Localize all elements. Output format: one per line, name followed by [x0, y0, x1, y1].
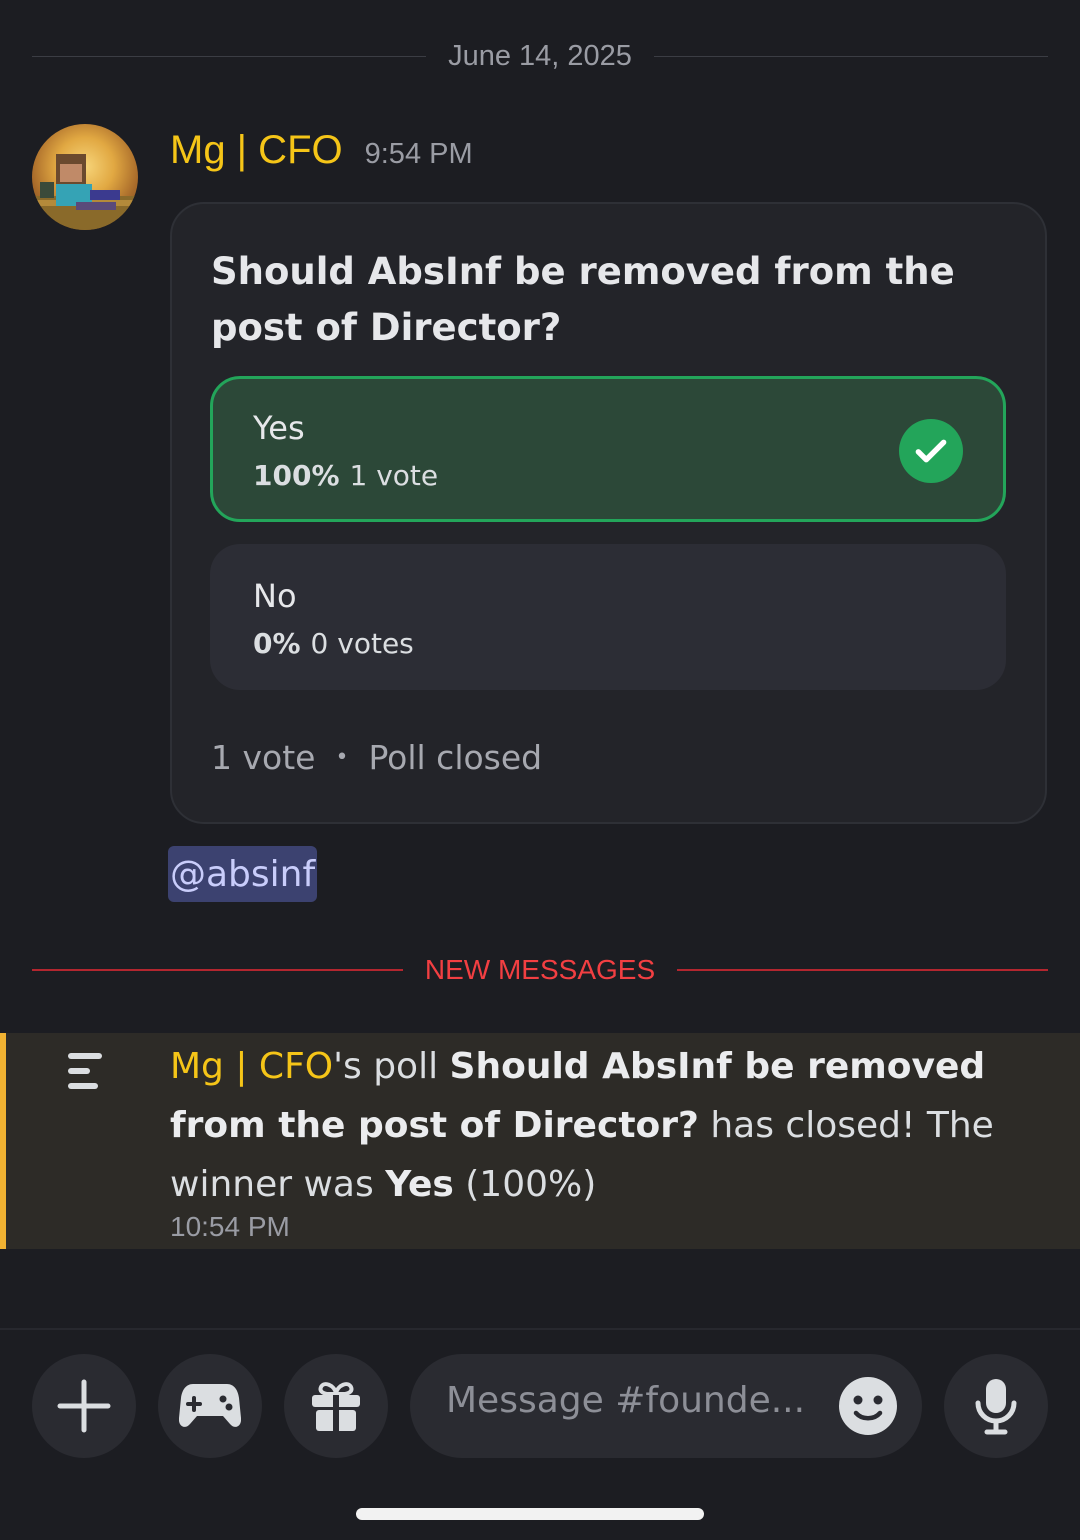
poll-option-votes: 1 vote: [349, 459, 439, 492]
poll-footer: 1 vote • Poll closed: [211, 738, 542, 777]
poll-option-no[interactable]: No 0% 0 votes: [210, 544, 1006, 690]
gamepad-icon: [179, 1384, 241, 1427]
system-message-timestamp: 10:54 PM: [170, 1211, 290, 1242]
system-message-text: Mg | CFO's poll Should AbsInf be removed…: [170, 1037, 1050, 1214]
winner-option: Yes: [385, 1164, 454, 1205]
message-timestamp: 9:54 PM: [364, 138, 473, 170]
checkmark-icon: [899, 419, 963, 483]
user-mention[interactable]: @absinf: [168, 846, 318, 902]
divider-line: [677, 969, 1049, 971]
poll-option-votes: 0 votes: [310, 627, 414, 660]
new-messages-label: NEW MESSAGES: [424, 954, 656, 985]
poll-option-percent: 100%: [253, 459, 340, 492]
gift-button[interactable]: [284, 1354, 388, 1458]
poll-option-percent: 0%: [253, 627, 301, 660]
poll-icon: [68, 1053, 102, 1089]
message-input-placeholder: Message #founde...: [446, 1380, 806, 1421]
poll-option-label: Yes: [253, 409, 305, 447]
new-messages-divider: NEW MESSAGES: [32, 950, 1049, 990]
poll-option-stats: 100% 1 vote: [253, 459, 438, 492]
microphone-icon: [975, 1379, 1017, 1435]
poll-total-votes: 1 vote: [211, 738, 316, 777]
divider-line: [32, 55, 427, 57]
voice-message-button[interactable]: [944, 1354, 1048, 1458]
activities-button[interactable]: [158, 1354, 262, 1458]
divider-line: [653, 55, 1049, 57]
date-divider-text: June 14, 2025: [448, 39, 632, 72]
system-text-part: (100%): [453, 1164, 597, 1205]
poll-option-label: No: [253, 577, 297, 615]
add-attachment-button[interactable]: [32, 1354, 136, 1458]
poll-status: Poll closed: [368, 738, 543, 777]
poll-result-system-message[interactable]: Mg | CFO's poll Should AbsInf be removed…: [0, 1033, 1080, 1249]
separator-dot: •: [335, 745, 349, 770]
message-input[interactable]: Message #founde...: [410, 1354, 922, 1458]
poll-option-stats: 0% 0 votes: [253, 627, 414, 660]
emoji-icon[interactable]: [838, 1376, 898, 1436]
poll-option-yes[interactable]: Yes 100% 1 vote: [210, 376, 1006, 522]
divider-line: [32, 969, 403, 971]
avatar-image: [32, 154, 138, 230]
home-indicator[interactable]: [356, 1508, 704, 1520]
composer-separator: [0, 1328, 1080, 1330]
avatar[interactable]: [32, 124, 138, 230]
date-divider: June 14, 2025: [32, 34, 1049, 78]
plus-icon: [57, 1379, 111, 1433]
username[interactable]: Mg | CFO: [170, 128, 343, 173]
system-text-part: 's poll: [333, 1046, 450, 1087]
poll-question: Should AbsInf be removed from the post o…: [211, 250, 955, 349]
username[interactable]: Mg | CFO: [170, 1046, 333, 1087]
gift-icon: [312, 1382, 360, 1431]
message-header: Mg | CFO 9:54 PM: [170, 128, 473, 173]
